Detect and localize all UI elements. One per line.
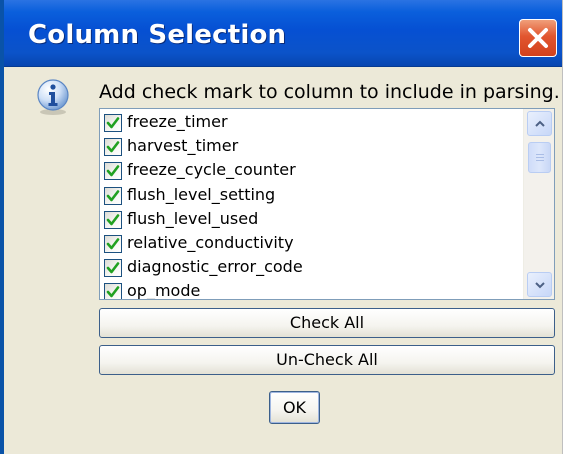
checkmark-icon	[106, 238, 120, 250]
list-item[interactable]: relative_conductivity	[100, 232, 520, 256]
list-item[interactable]: flush_level_used	[100, 208, 520, 232]
scroll-up-button[interactable]	[527, 111, 552, 136]
checkbox[interactable]	[104, 210, 122, 229]
column-label: flush_level_used	[127, 208, 259, 228]
list-item[interactable]: harvest_timer	[100, 135, 520, 159]
list-item[interactable]: flush_level_setting	[100, 184, 520, 208]
column-label: flush_level_setting	[127, 184, 276, 204]
window-title: Column Selection	[28, 20, 287, 50]
grip-line	[536, 157, 544, 158]
chevron-down-icon	[535, 282, 545, 289]
checkmark-icon	[106, 262, 120, 274]
grip-line	[536, 160, 544, 161]
close-button[interactable]	[519, 19, 557, 57]
checkbox[interactable]	[104, 114, 122, 132]
checkbox[interactable]	[104, 162, 122, 181]
column-label: harvest_timer	[127, 136, 239, 156]
instruction-text: Add check mark to column to include in p…	[99, 81, 560, 103]
checkbox[interactable]	[104, 186, 122, 205]
chevron-up-icon	[535, 120, 545, 127]
column-label: diagnostic_error_code	[127, 257, 303, 277]
checkmark-icon	[106, 141, 120, 153]
checkmark-icon	[106, 189, 120, 201]
checkmark-icon	[106, 117, 120, 129]
column-checklist[interactable]: freeze_timer harvest_timer freeze_cycle_co…	[99, 108, 555, 300]
info-icon	[37, 79, 69, 115]
checkmark-icon	[106, 286, 120, 298]
title-bar[interactable]: Column Selection	[4, 0, 562, 67]
column-label: op_mode	[127, 281, 201, 300]
checkmark-icon	[106, 165, 120, 177]
ok-button[interactable]: OK	[269, 391, 320, 424]
grip-line	[536, 154, 544, 155]
checkbox[interactable]	[104, 259, 122, 278]
list-item[interactable]: diagnostic_error_code	[100, 256, 520, 280]
checkmark-icon	[106, 213, 120, 226]
uncheck-all-button[interactable]: Un-Check All	[99, 345, 555, 375]
scroll-thumb[interactable]	[528, 142, 551, 173]
list-item[interactable]: freeze_cycle_counter	[100, 159, 520, 183]
column-label: freeze_cycle_counter	[127, 160, 296, 180]
list-item[interactable]: op_mode	[100, 280, 520, 300]
close-x-icon	[528, 28, 548, 48]
column-selection-window: Column Selection Add check mark to colum…	[0, 0, 563, 454]
vertical-scrollbar[interactable]	[523, 109, 554, 299]
list-item[interactable]: freeze_timer	[100, 111, 520, 135]
checkbox[interactable]	[104, 138, 122, 157]
check-all-button[interactable]: Check All	[99, 308, 555, 338]
checkbox[interactable]	[104, 283, 122, 299]
column-label: relative_conductivity	[127, 233, 294, 252]
column-label: freeze_timer	[127, 112, 228, 131]
scroll-down-button[interactable]	[527, 272, 552, 297]
checkbox[interactable]	[104, 235, 122, 253]
